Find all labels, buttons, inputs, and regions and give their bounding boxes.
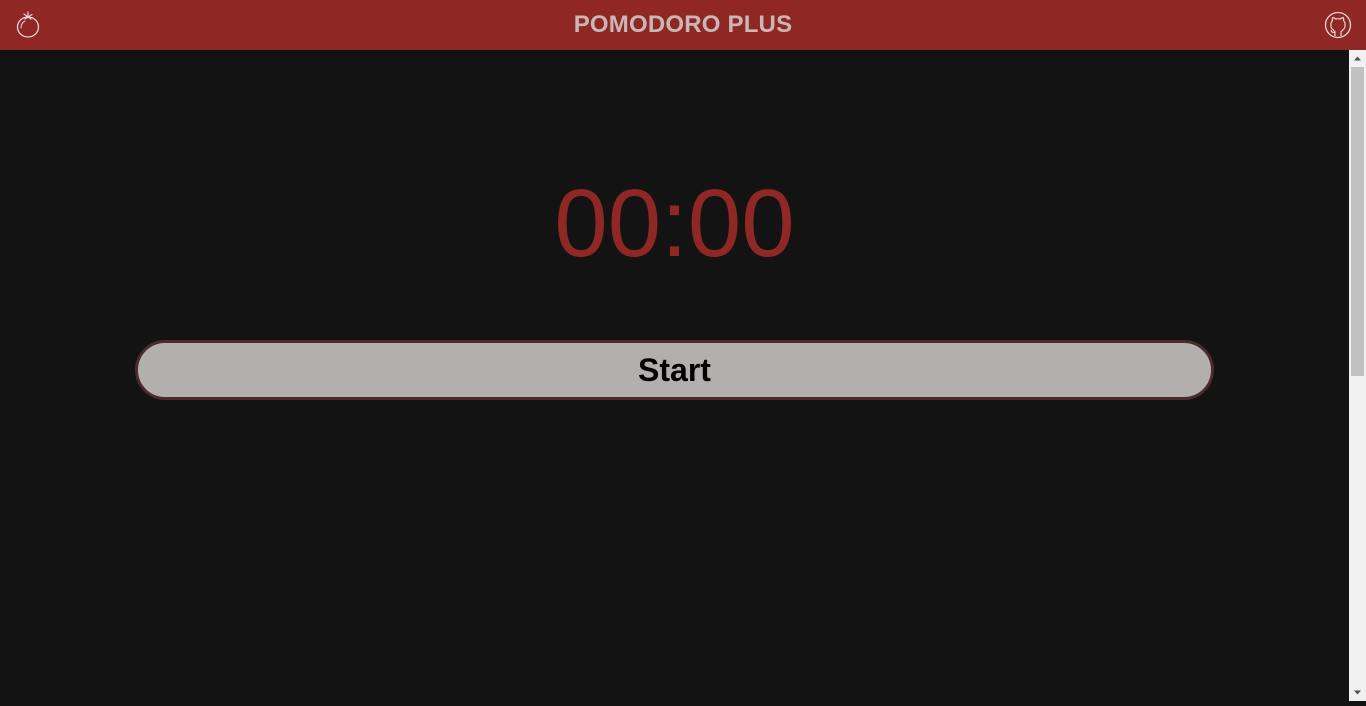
vertical-scrollbar[interactable] [1349,50,1366,701]
scroll-down-arrow[interactable] [1349,684,1366,701]
chevron-down-icon [1354,690,1361,695]
scroll-up-arrow[interactable] [1349,50,1366,67]
app-title: POMODORO PLUS [573,11,793,38]
main-content: 00:00 Start [0,50,1349,701]
start-button[interactable]: Start [135,340,1214,400]
github-icon-graphic [1324,11,1352,39]
timer-display: 00:00 [554,170,795,277]
chevron-up-icon [1354,56,1361,61]
github-icon[interactable] [1324,11,1352,39]
scrollbar-thumb[interactable] [1351,67,1364,376]
app-header: POMODORO PLUS [0,0,1366,50]
